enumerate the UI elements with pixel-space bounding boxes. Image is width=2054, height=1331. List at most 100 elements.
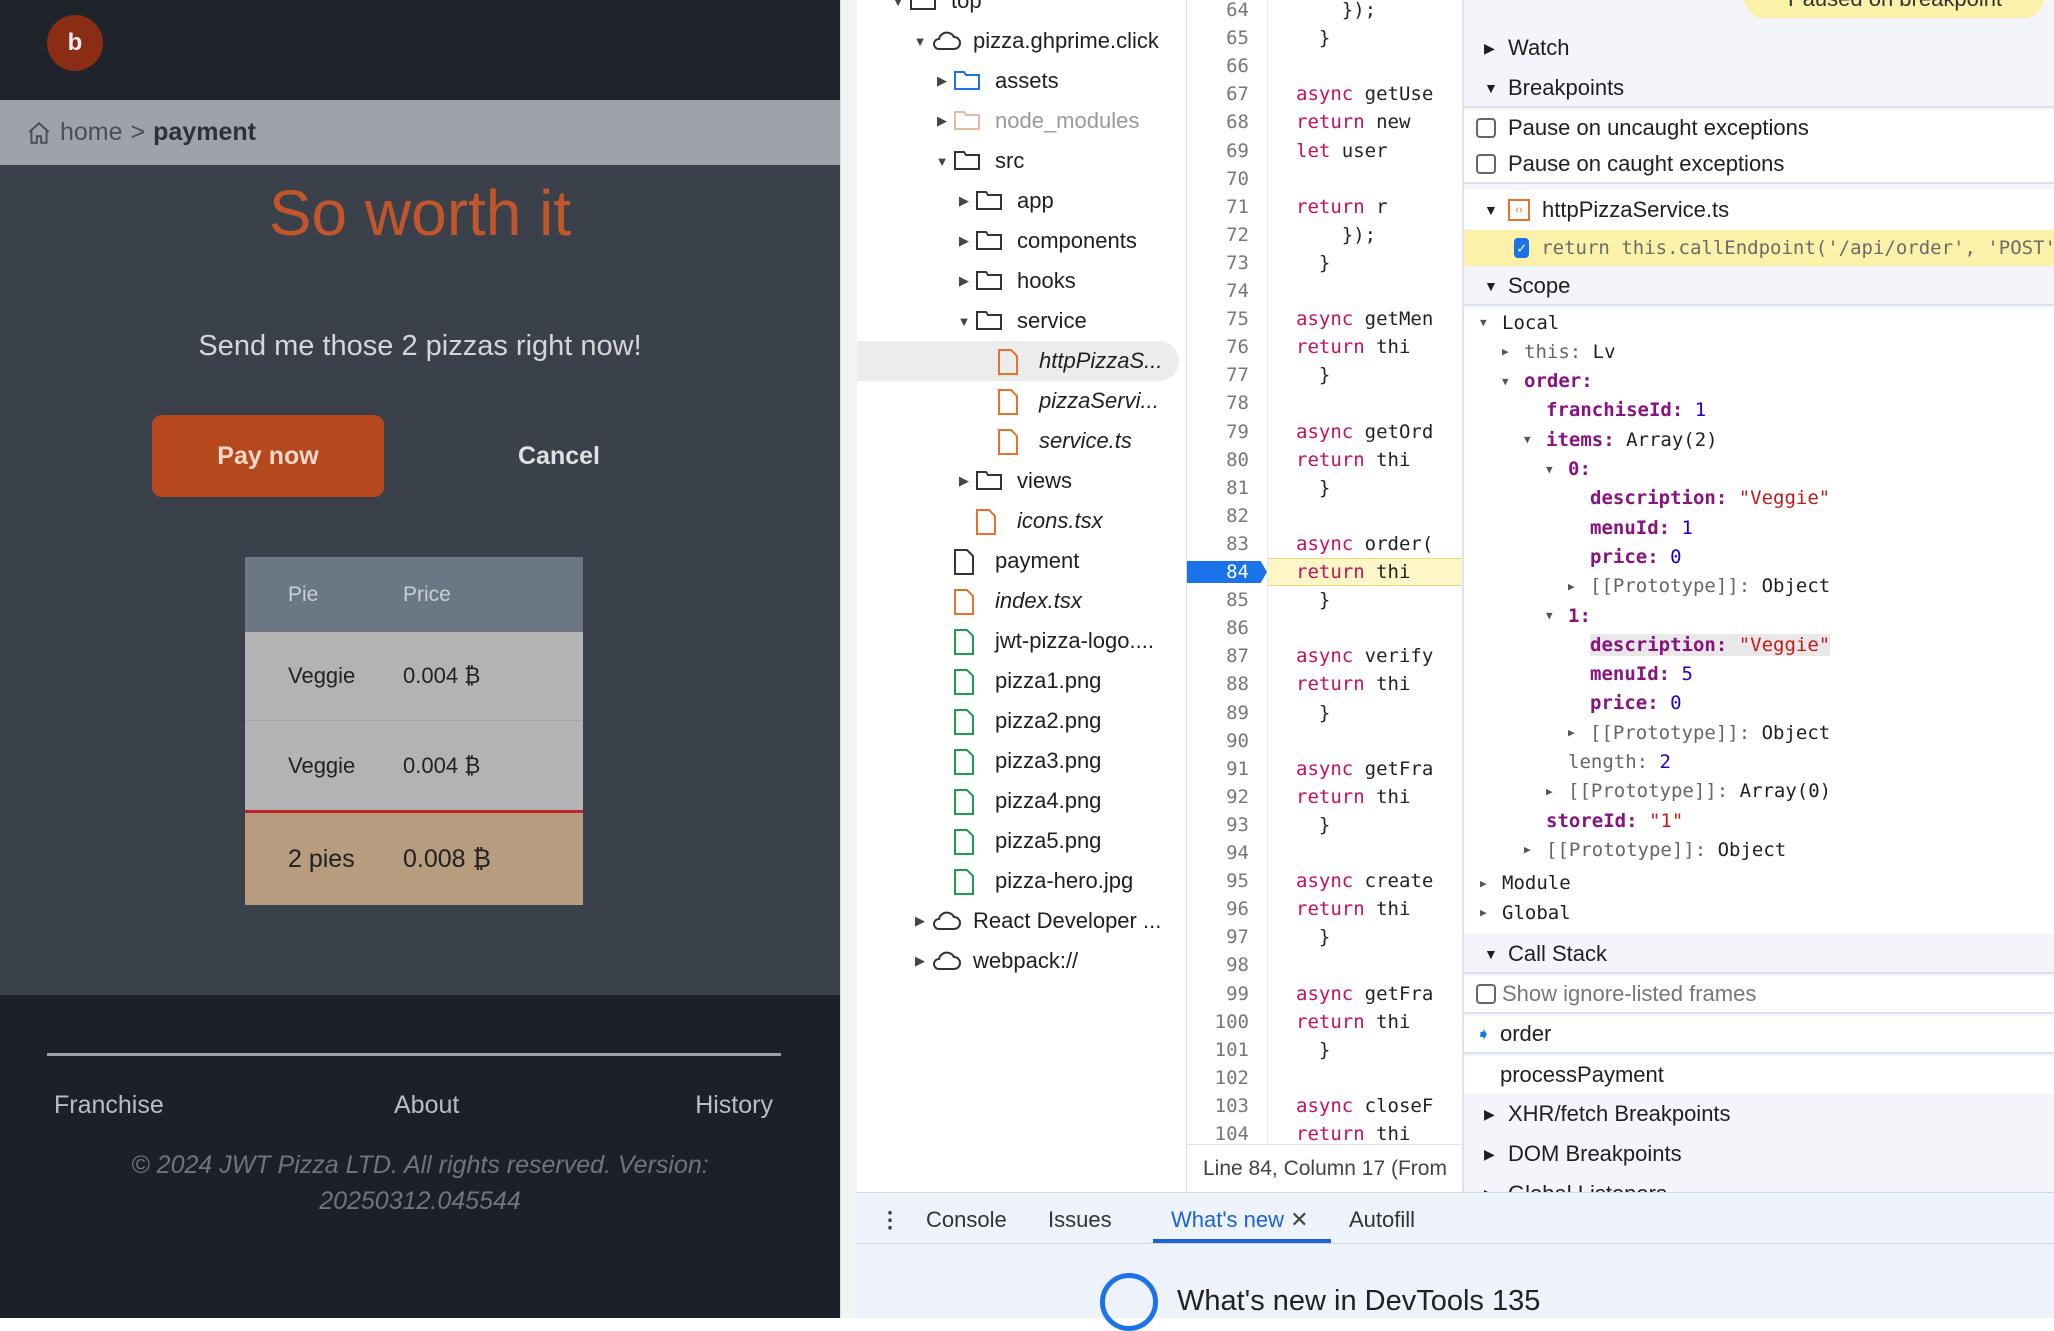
line-number[interactable]: 67 (1187, 83, 1267, 105)
tree-item[interactable]: ▶ node_modules (857, 101, 1186, 141)
code-line[interactable]: 79 async getOrd (1187, 417, 1462, 446)
code-line[interactable]: 102 (1187, 1063, 1462, 1092)
code-line[interactable]: 97 } (1187, 923, 1462, 952)
code-line[interactable]: 75 async getMen (1187, 305, 1462, 334)
show-ignored-row[interactable]: Show ignore-listed frames (1464, 976, 2054, 1014)
line-number[interactable]: 96 (1187, 898, 1267, 920)
scope-row[interactable]: description: "Veggie" (1464, 630, 2054, 659)
code-line[interactable]: 82 (1187, 501, 1462, 530)
scope-row[interactable]: ▶ [[Prototype]]: Array(0) (1464, 777, 2054, 806)
chevron-right-icon[interactable]: ▶ (953, 193, 975, 209)
tree-item[interactable]: ▼ top (857, 0, 1186, 21)
code-line[interactable]: 64 }); (1187, 0, 1462, 24)
tab-issues[interactable]: Issues (1048, 1207, 1112, 1233)
scope-row[interactable]: ▶ [[Prototype]]: Object (1464, 718, 2054, 747)
expand-icon[interactable]: ▶ (1480, 906, 1502, 919)
expand-icon[interactable]: ▶ (1480, 877, 1502, 890)
breakpoint-checkbox[interactable]: ✓ (1514, 238, 1530, 258)
line-number[interactable]: 87 (1187, 645, 1267, 667)
chevron-down-icon[interactable]: ▼ (953, 314, 975, 329)
code-line[interactable]: 104 return thi (1187, 1120, 1462, 1144)
line-number[interactable]: 71 (1187, 196, 1267, 218)
line-number[interactable]: 93 (1187, 814, 1267, 836)
line-number[interactable]: 98 (1187, 954, 1267, 976)
scope-row[interactable]: ▼ order: (1464, 367, 2054, 396)
collapse-icon[interactable]: ▼ (1480, 316, 1502, 329)
collapse-icon[interactable]: ▼ (1502, 375, 1524, 388)
show-ignored-checkbox[interactable] (1476, 984, 1496, 1004)
expand-icon[interactable]: ▶ (1568, 580, 1590, 593)
code-line[interactable]: 96 return thi (1187, 895, 1462, 924)
code-line[interactable]: 73 } (1187, 248, 1462, 277)
line-number[interactable]: 80 (1187, 449, 1267, 471)
breadcrumb-home[interactable]: home (60, 118, 123, 147)
footer-link-history[interactable]: History (695, 1091, 773, 1120)
tree-item[interactable]: index.tsx (857, 581, 1186, 621)
code-line[interactable]: 100 return thi (1187, 1007, 1462, 1036)
expand-icon[interactable]: ▶ (1568, 726, 1590, 739)
line-number[interactable]: 66 (1187, 55, 1267, 77)
code-line[interactable]: 98 (1187, 951, 1462, 980)
code-line[interactable]: 78 (1187, 389, 1462, 418)
scope-row[interactable]: length: 2 (1464, 748, 2054, 777)
code-line[interactable]: 74 (1187, 277, 1462, 305)
code-line[interactable]: 69 let user (1187, 136, 1462, 165)
code-line[interactable]: 92 return thi (1187, 782, 1462, 811)
code-line[interactable]: 76 return thi (1187, 333, 1462, 362)
tab-autofill[interactable]: Autofill (1349, 1207, 1415, 1233)
code-line[interactable]: 94 (1187, 839, 1462, 867)
code-line[interactable]: 103 async closeF (1187, 1091, 1462, 1120)
pane-resizer[interactable] (840, 0, 857, 1318)
line-number[interactable]: 103 (1187, 1095, 1267, 1117)
line-number[interactable]: 77 (1187, 364, 1267, 386)
breakpoint-item[interactable]: ✓ return this.callEndpoint('/api/order', … (1464, 230, 2054, 266)
tree-item[interactable]: pizza2.png (857, 701, 1186, 741)
line-number[interactable]: 86 (1187, 617, 1267, 639)
section-dom-breakpoints[interactable]: ▶ DOM Breakpoints (1464, 1135, 2054, 1173)
code-line[interactable]: 95 async create (1187, 867, 1462, 896)
line-number[interactable]: 82 (1187, 505, 1267, 527)
line-number[interactable]: 72 (1187, 224, 1267, 246)
scope-row[interactable]: ▼ items: Array(2) (1464, 425, 2054, 454)
line-number[interactable]: 102 (1187, 1067, 1267, 1089)
section-call-stack[interactable]: ▼ Call Stack (1464, 936, 2054, 974)
code-line[interactable]: 87 async verify (1187, 642, 1462, 671)
code-line[interactable]: 80 return thi (1187, 445, 1462, 474)
line-number[interactable]: 89 (1187, 702, 1267, 724)
call-frame-order[interactable]: ➧ order (1464, 1016, 2054, 1054)
code-line[interactable]: 81 } (1187, 473, 1462, 502)
code-line[interactable]: 91 async getFra (1187, 754, 1462, 783)
scope-row[interactable]: ▶ [[Prototype]]: Object (1464, 572, 2054, 601)
code-line[interactable]: 88 return thi (1187, 670, 1462, 699)
code-line[interactable]: 72 }); (1187, 220, 1462, 249)
tree-item[interactable]: ▶ React Developer ... (857, 901, 1186, 941)
code-line[interactable]: 66 (1187, 52, 1462, 81)
line-number[interactable]: 76 (1187, 336, 1267, 358)
line-number[interactable]: 84 (1187, 561, 1267, 583)
tree-item[interactable]: httpPizzaS... (857, 341, 1179, 381)
line-number[interactable]: 69 (1187, 140, 1267, 162)
scope-row[interactable]: ▶ Module (1464, 869, 2054, 898)
code-line[interactable]: 86 (1187, 614, 1462, 643)
line-number[interactable]: 91 (1187, 758, 1267, 780)
scope-row[interactable]: menuId: 1 (1464, 513, 2054, 542)
line-number[interactable]: 74 (1187, 280, 1267, 302)
code-line[interactable]: 68 return new (1187, 108, 1462, 137)
scope-row[interactable]: ▶ [[Prototype]]: Object (1464, 835, 2054, 864)
line-number[interactable]: 79 (1187, 421, 1267, 443)
drawer-menu-icon[interactable]: ⋮ (879, 1207, 901, 1233)
line-number[interactable]: 94 (1187, 842, 1267, 864)
scope-row[interactable]: ▶ Global (1464, 898, 2054, 927)
line-number[interactable]: 88 (1187, 673, 1267, 695)
line-number[interactable]: 99 (1187, 983, 1267, 1005)
code-line[interactable]: 70 (1187, 164, 1462, 193)
line-number[interactable]: 73 (1187, 252, 1267, 274)
footer-link-franchise[interactable]: Franchise (54, 1091, 164, 1120)
code-line[interactable]: 71 return r (1187, 192, 1462, 221)
chevron-right-icon[interactable]: ▶ (953, 273, 975, 289)
chevron-right-icon[interactable]: ▶ (909, 953, 931, 969)
user-avatar[interactable]: b (47, 15, 103, 71)
chevron-down-icon[interactable]: ▼ (909, 34, 931, 49)
call-frame-processpayment[interactable]: processPayment (1464, 1056, 2054, 1094)
tree-item[interactable]: pizzaServi... (857, 381, 1186, 421)
